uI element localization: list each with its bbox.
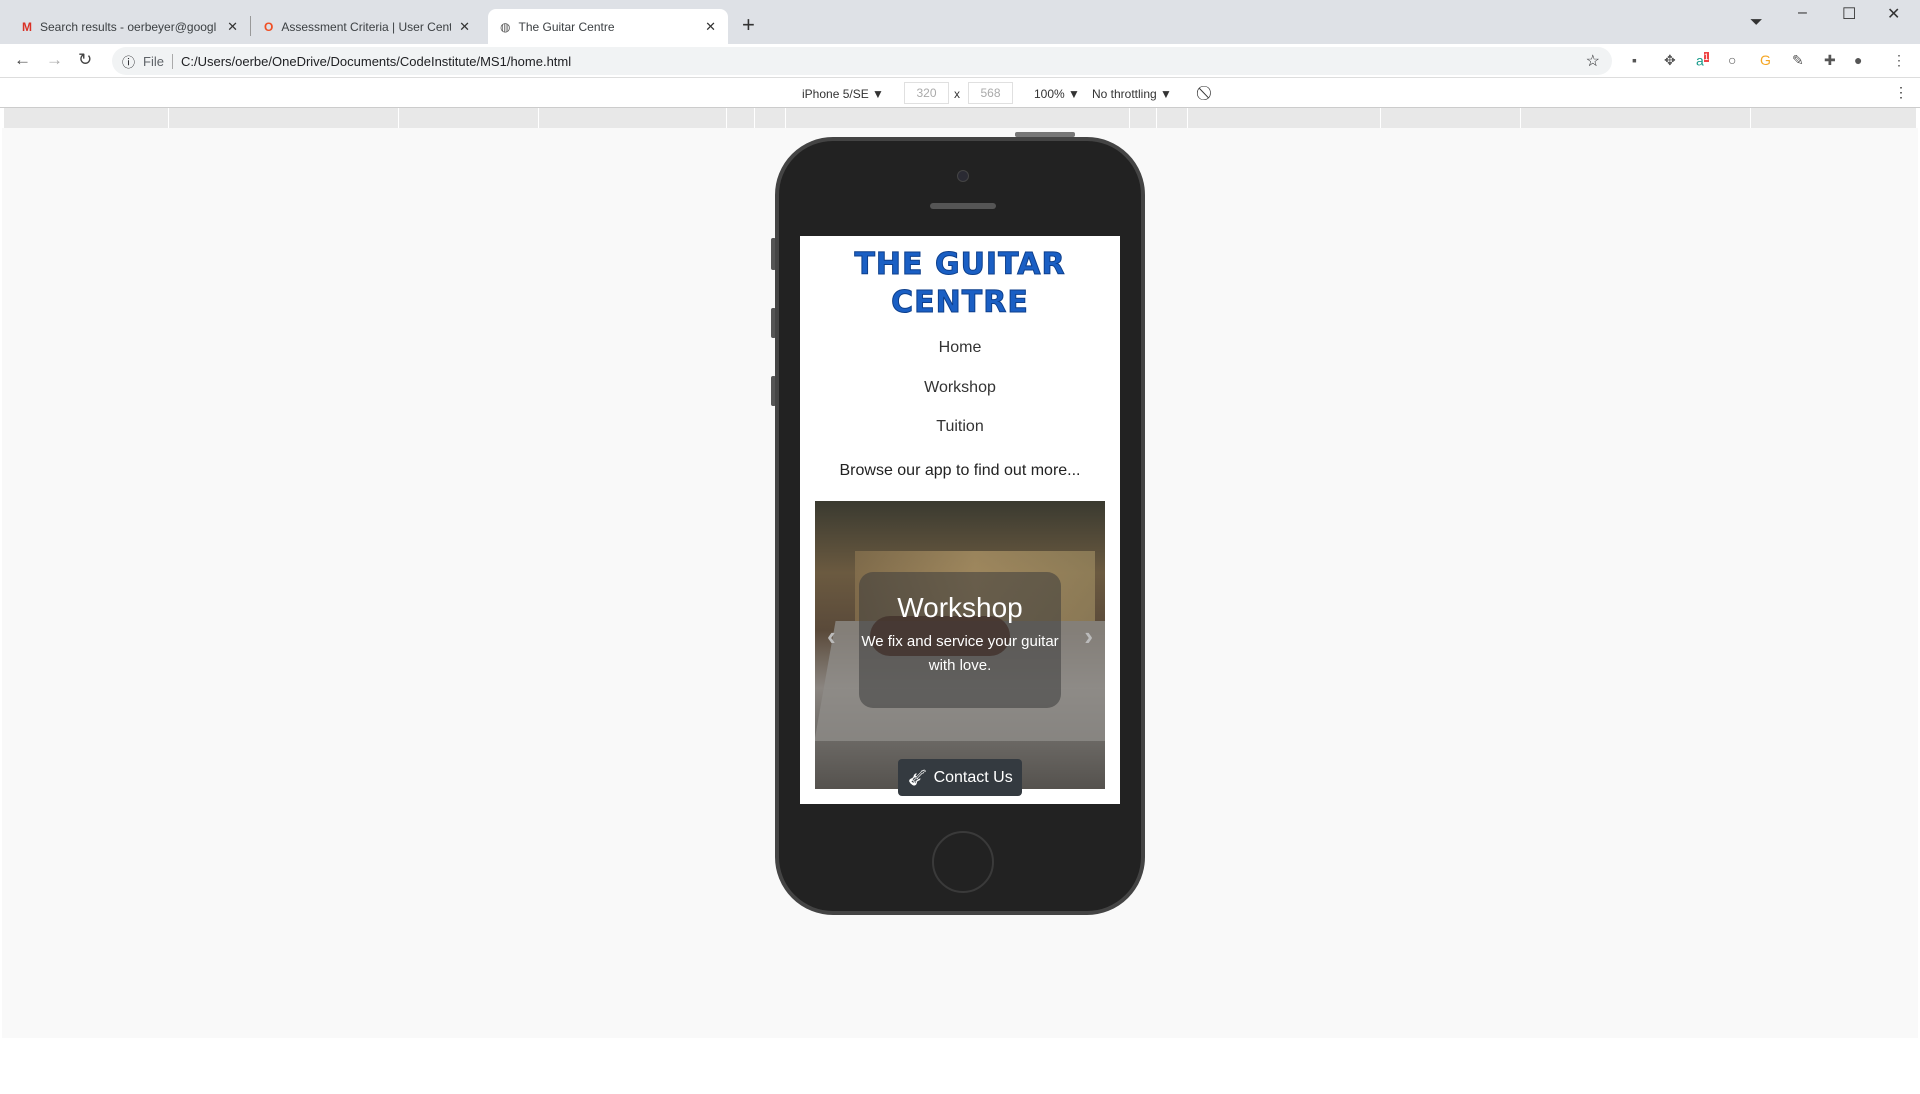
forward-icon[interactable]: → [46,50,63,70]
grammar-extension-icon[interactable]: a1 [1696,52,1709,69]
camera-icon [957,170,969,182]
extension-icon[interactable]: ▪ [1632,52,1637,68]
globe-icon: ◍ [500,19,511,34]
zoom-select[interactable]: 100% ▼ [1034,87,1080,101]
device-select[interactable]: iPhone 5/SE ▼ [802,87,884,101]
tab-search-icon[interactable]: ⏷ [1750,14,1763,32]
contact-us-button[interactable]: 🎸︎ Contact Us [898,759,1022,796]
close-tab-icon[interactable]: ✕ [705,19,716,35]
nav-workshop[interactable]: Workshop [800,379,1120,397]
tab-gmail[interactable]: M Search results - oerbeyer@googl ✕ [10,9,250,44]
carousel[interactable]: Workshop We fix and service your guitar … [815,501,1105,789]
tagline: Browse our app to find out more... [839,462,1081,479]
contact-us-label: Contact Us [933,768,1013,786]
logo-line-1: THE GUITAR [854,247,1066,283]
new-tab-button[interactable]: + [742,12,755,38]
nav-home[interactable]: Home [800,339,1120,357]
throttling-select[interactable]: No throttling ▼ [1092,87,1172,101]
device-toolbar: iPhone 5/SE ▼ 320 x 568 100% ▼ No thrott… [0,78,1920,108]
dimension-separator: x [954,87,960,101]
carousel-next-icon[interactable]: › [1084,621,1093,652]
bookmark-star-icon[interactable]: ☆ [1586,51,1600,71]
site-logo[interactable]: THE GUITAR CENTRE [800,246,1120,322]
carousel-caption: Workshop We fix and service your guitar … [859,572,1061,708]
carousel-text: We fix and service your guitar with love… [861,633,1059,674]
carousel-prev-icon[interactable]: ‹ [827,621,836,652]
guitar-icon: 🎸︎ [907,769,928,787]
circle-extension-icon[interactable]: ○ [1728,52,1736,68]
devtools-more-icon[interactable]: ⋮ [1894,84,1908,101]
close-tab-icon[interactable]: ✕ [459,19,470,35]
menu-kebab-icon[interactable]: ⋮ [1892,52,1906,69]
nav-tuition[interactable]: Tuition [800,418,1120,436]
info-icon: ⓘ [122,54,136,70]
puzzle-extensions-icon[interactable]: ✚ [1824,52,1836,69]
home-button [932,831,994,893]
phone-screen: THE GUITAR CENTRE Home Workshop Tuition … [800,236,1120,804]
carousel-heading: Workshop [897,592,1023,623]
tab-guitar-centre[interactable]: ◍ The Guitar Centre ✕ [488,9,728,44]
media-query-bar[interactable] [4,108,1916,128]
minimize-button[interactable]: – [1798,4,1807,22]
dropbox-icon[interactable]: ✥ [1664,52,1676,69]
logo-line-2: CENTRE [891,285,1029,321]
close-window-button[interactable]: ✕ [1887,4,1900,24]
width-input[interactable]: 320 [904,82,949,104]
g-extension-icon[interactable]: G [1760,52,1771,68]
eyedropper-icon[interactable]: ✎ [1792,52,1804,69]
address-bar[interactable]: ⓘ File C:/Users/oerbe/OneDrive/Documents… [112,47,1612,75]
gmail-icon: M [22,19,32,34]
tab-assessment[interactable]: O Assessment Criteria | User Centric ✕ [252,9,482,44]
maximize-button[interactable]: ☐ [1842,4,1856,24]
reload-icon[interactable]: ↻ [78,50,92,70]
tab-strip: M Search results - oerbeyer@googl ✕ O As… [0,0,1920,44]
height-input[interactable]: 568 [968,82,1013,104]
avatar[interactable]: ● [1854,52,1862,68]
back-icon[interactable]: ← [14,50,31,70]
speaker-grille [930,203,996,209]
close-tab-icon[interactable]: ✕ [227,19,238,35]
browser-toolbar: ← → ↻ ⓘ File C:/Users/oerbe/OneDrive/Doc… [0,44,1920,78]
opera-icon: O [264,19,274,34]
